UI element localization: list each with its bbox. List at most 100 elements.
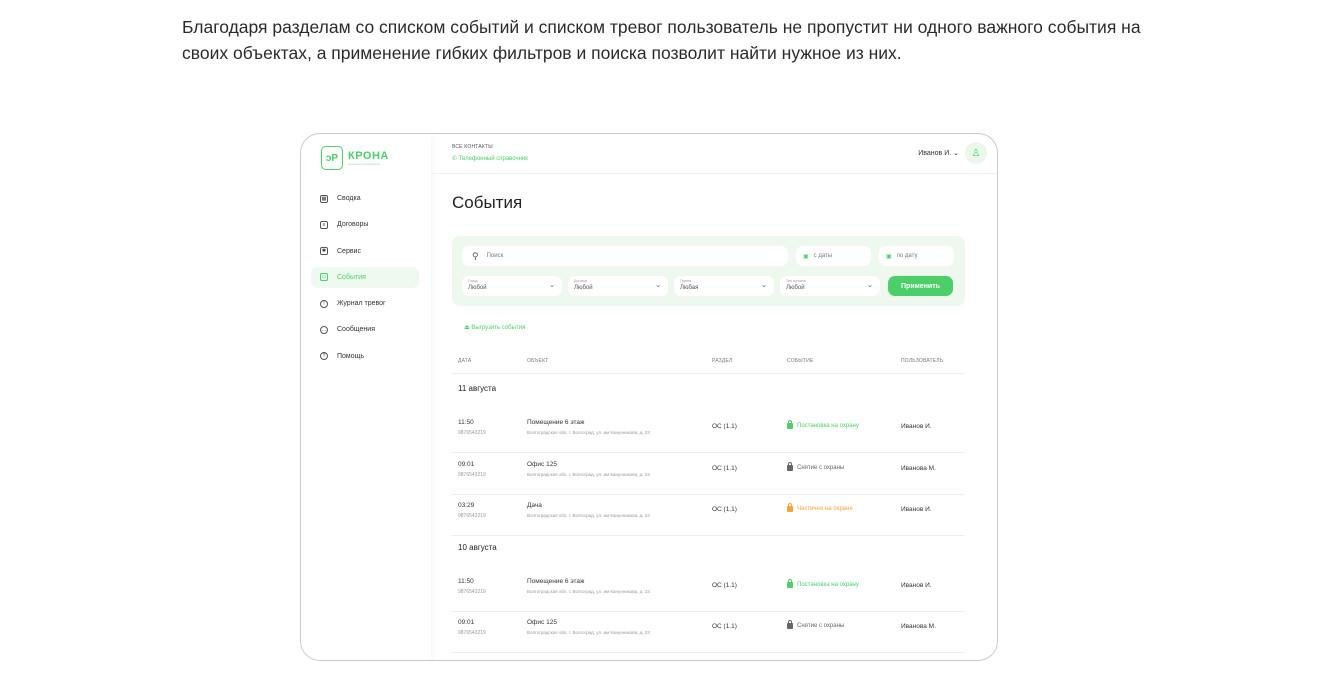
phonebook-link[interactable]: ✆ Телефонный справочник <box>452 155 528 162</box>
event-status: Постановка на охрану <box>787 420 859 429</box>
header-divider <box>452 373 965 374</box>
apply-button[interactable]: Применить <box>888 276 953 296</box>
document-icon: ≡ <box>320 220 328 229</box>
sidebar-item[interactable]: … Сообщения <box>311 319 419 340</box>
object-name: Дача <box>527 661 542 662</box>
filter-select[interactable]: Тип сигнала Любой ⌄ <box>780 276 880 296</box>
date-from-placeholder: с даты <box>813 253 833 259</box>
phone-icon: ✆ <box>452 156 459 162</box>
search-placeholder: Поиск <box>486 253 504 259</box>
filters-panel: ⚲ Поиск ▣ с даты ▣ по дату Город Любой ⌄ Догов… <box>452 236 965 306</box>
search-icon: ⚲ <box>472 250 479 261</box>
intro-text: Благодаря разделам со списком событий и … <box>182 17 1141 63</box>
column-header[interactable]: ОБЪЕКТ <box>527 358 548 364</box>
event-time: 11:50 <box>458 577 474 585</box>
sidebar-item[interactable]: ✱ Сервис <box>311 241 419 262</box>
filter-select[interactable]: Группа Любая ⌄ <box>674 276 774 296</box>
event-id: 9876543219 <box>458 513 486 519</box>
select-value: Любой <box>786 285 805 291</box>
object-name: Помещение 6 этаж <box>527 419 585 426</box>
table-row[interactable]: 11:50 9876543219 Помещение 6 этаж Волгог… <box>452 412 965 453</box>
date-from-field[interactable]: ▣ с даты <box>796 246 871 266</box>
user-name: Иванов И. <box>901 506 932 513</box>
sidebar-item-label: Сводка <box>337 195 361 202</box>
chevron-down-icon: ⌄ <box>655 282 661 289</box>
column-header[interactable]: ПОЛЬЗОВАТЕЛЬ <box>901 358 943 364</box>
user-name: Иванова М. <box>901 464 936 472</box>
section: ОС (1.1) <box>712 581 737 589</box>
lock-icon <box>787 578 793 588</box>
select-label: Группа <box>680 279 692 283</box>
event-status: Снятие с охраны <box>787 620 845 629</box>
sidebar: ↄP КРОНА охранное предприятие ▦ Сводка ≡ Дог… <box>301 134 431 660</box>
event-time: 09:01 <box>458 619 475 626</box>
page-title: События <box>452 193 523 212</box>
lock-icon <box>787 620 793 629</box>
select-label: Договор <box>574 279 588 283</box>
help-icon: ? <box>320 352 328 361</box>
sidebar-item[interactable]: ▦ Сводка <box>311 188 419 209</box>
object-name: Офис 125 <box>527 460 557 468</box>
event-label: Снятие с охраны <box>797 623 845 629</box>
export-events-button[interactable]: ⏏ Выгрузить события <box>464 324 525 331</box>
event-time: 03:29 <box>458 502 475 509</box>
event-label: Постановка на охрану <box>797 581 859 588</box>
top-header: ВСЕ КОНТАКТЫ ✆ Телефонный справочник Ива… <box>431 134 997 174</box>
date-to-field[interactable]: ▣ по дату <box>879 246 954 266</box>
object-address: Волгоградская обл, г. Волгоград, ул. им … <box>527 630 650 635</box>
sidebar-item[interactable]: ? Помощь <box>311 346 419 367</box>
table-row[interactable]: 09:01 9876543219 Офис 125 Волгоградская … <box>452 454 965 495</box>
table-row[interactable]: 11:50 9876543219 Помещение 6 этаж Волгог… <box>452 571 965 612</box>
section: ОС (1.1) <box>712 506 737 513</box>
sidebar-item[interactable]: ≡ Договоры <box>311 214 419 235</box>
user-name: Иванов И. <box>901 423 932 430</box>
table-row[interactable]: 09:01 9876543219 Офис 125 Волгоградская … <box>452 612 965 653</box>
user-menu[interactable]: Иванов И. ⌄ <box>918 149 959 157</box>
chevron-down-icon: ⌄ <box>867 282 873 289</box>
avatar[interactable]: ♙ <box>965 142 987 164</box>
object-address: Волгоградская обл, г. Волгоград, ул. им … <box>527 471 650 477</box>
filter-select[interactable]: Город Любой ⌄ <box>462 276 562 296</box>
logo[interactable]: ↄP КРОНА охранное предприятие <box>321 146 389 170</box>
select-value: Любая <box>680 285 699 291</box>
table-row[interactable]: 03:29 9876543219 Дача Волгоградская обл,… <box>452 495 965 536</box>
column-header[interactable]: РАЗДЕЛ <box>712 358 733 364</box>
column-header[interactable]: ДАТА <box>458 358 471 364</box>
sidebar-nav: ▦ Сводка ≡ Договоры ✱ Сервис ▭ События! Журнал т… <box>311 188 419 372</box>
user-icon: ♙ <box>971 147 981 159</box>
lock-icon <box>787 503 793 512</box>
calendar-icon: ▣ <box>803 253 809 260</box>
table-row[interactable]: 03:29 9876543219 Дача Волгоградская обл,… <box>452 654 965 662</box>
sidebar-item[interactable]: ▭ События <box>311 266 419 288</box>
search-input[interactable]: ⚲ Поиск <box>462 246 788 266</box>
object-address: Волгоградская обл, г. Волгоград, ул. им … <box>527 430 650 435</box>
export-label: Выгрузить события <box>471 325 526 331</box>
date-group-heading: 11 августа <box>458 384 497 393</box>
app-window: ↄP КРОНА охранное предприятие ▦ Сводка ≡ Дог… <box>300 133 998 661</box>
event-status: Постановка на охрану <box>787 578 859 588</box>
filter-select[interactable]: Договор Любой ⌄ <box>568 276 668 296</box>
logo-name: КРОНА <box>348 150 389 162</box>
event-id: 9876543219 <box>458 588 486 595</box>
section: ОС (1.1) <box>712 423 737 430</box>
select-value: Любой <box>574 285 593 291</box>
event-id: 9876543219 <box>458 430 486 436</box>
logo-sub: охранное предприятие <box>348 162 380 166</box>
lock-icon <box>787 420 793 429</box>
event-id: 9876543219 <box>458 471 486 478</box>
contacts-label: ВСЕ КОНТАКТЫ <box>452 144 493 150</box>
event-label: Частично на охране <box>797 506 853 512</box>
chat-icon: … <box>320 325 328 334</box>
sidebar-item[interactable]: ! Журнал тревог <box>311 293 419 314</box>
event-label: Снятие с охраны <box>797 464 845 471</box>
event-label: Постановка на охрану <box>797 423 859 429</box>
object-address: Волгоградская обл, г. Волгоград, ул. им … <box>527 513 650 518</box>
object-name: Офис 125 <box>527 619 557 626</box>
alert-icon: ! <box>320 299 328 308</box>
sidebar-item-label: Журнал тревог <box>337 300 386 308</box>
event-status: Частично на охране <box>787 503 853 512</box>
column-header[interactable]: СОБЫТИЕ <box>787 358 813 364</box>
chevron-down-icon: ⌄ <box>953 150 959 157</box>
sidebar-item-label: Договоры <box>337 221 369 229</box>
event-time: 11:50 <box>458 419 474 426</box>
